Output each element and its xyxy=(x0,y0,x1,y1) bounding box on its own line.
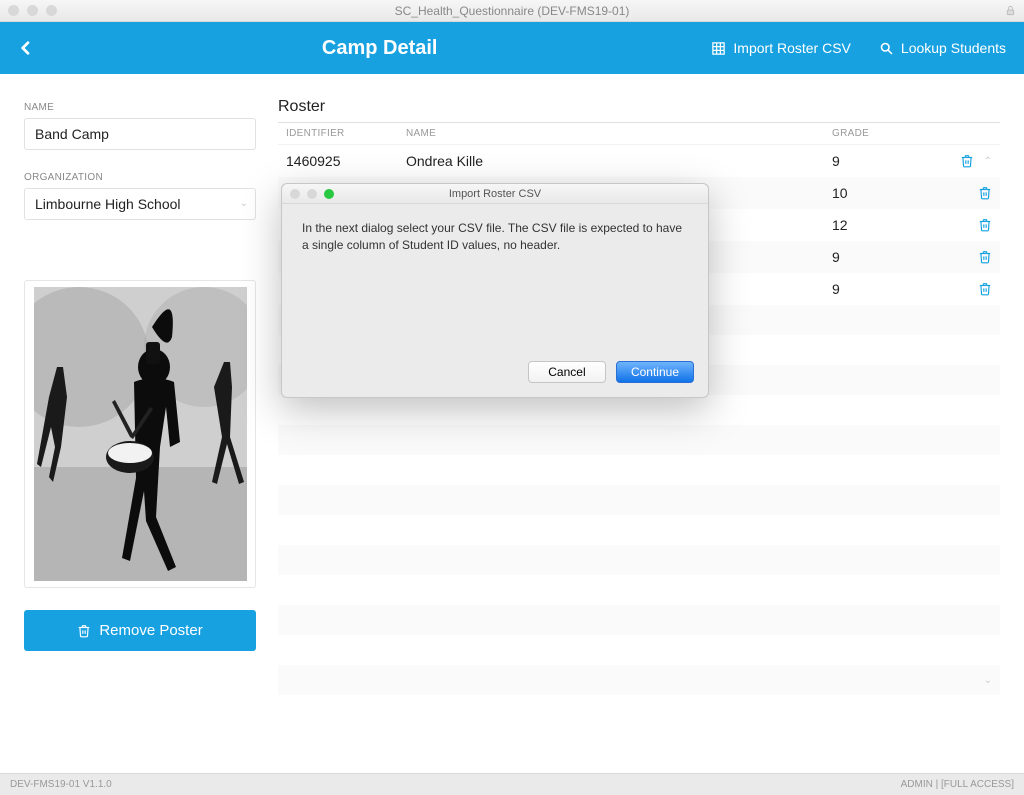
page-content: NAME ORGANIZATION ⌄ xyxy=(0,74,1024,773)
name-label: NAME xyxy=(24,102,256,113)
header-actions: Import Roster CSV Lookup Students xyxy=(711,40,1006,56)
table-row xyxy=(278,575,1000,605)
remove-poster-label: Remove Poster xyxy=(99,622,202,639)
organization-select[interactable] xyxy=(24,188,256,220)
lock-icon xyxy=(1005,5,1016,16)
remove-poster-button[interactable]: Remove Poster xyxy=(24,610,256,651)
status-right: ADMIN | [FULL ACCESS] xyxy=(901,779,1014,790)
cancel-button[interactable]: Cancel xyxy=(528,361,606,383)
delete-row-button[interactable] xyxy=(960,154,974,168)
dialog-title: Import Roster CSV xyxy=(282,188,708,200)
delete-row-button[interactable] xyxy=(978,282,992,296)
table-row xyxy=(278,515,1000,545)
page-header: Camp Detail Import Roster CSV Lookup Stu… xyxy=(0,22,1024,74)
chevron-down-icon[interactable]: ⌄ xyxy=(984,675,992,686)
cell-grade: 10 xyxy=(832,185,942,201)
delete-row-button[interactable] xyxy=(978,186,992,200)
poster-frame xyxy=(24,280,256,588)
import-roster-label: Import Roster CSV xyxy=(733,40,850,56)
roster-table-header: IDENTIFIER NAME GRADE xyxy=(278,123,1000,145)
lookup-students-button[interactable]: Lookup Students xyxy=(879,40,1006,56)
table-row xyxy=(278,605,1000,635)
cell-identifier: 1460925 xyxy=(286,153,406,169)
cell-grade: 9 xyxy=(832,249,942,265)
chevron-up-icon[interactable]: ⌃ xyxy=(984,156,992,167)
cell-grade: 9 xyxy=(832,153,942,169)
import-roster-dialog: Import Roster CSV In the next dialog sel… xyxy=(281,183,709,398)
status-left: DEV-FMS19-01 V1.1.0 xyxy=(10,779,112,790)
delete-row-button[interactable] xyxy=(978,250,992,264)
window-title: SC_Health_Questionnaire (DEV-FMS19-01) xyxy=(0,4,1024,18)
dialog-body: In the next dialog select your CSV file.… xyxy=(282,204,708,351)
import-roster-button[interactable]: Import Roster CSV xyxy=(711,40,850,56)
table-row xyxy=(278,545,1000,575)
cell-name: Ondrea Kille xyxy=(406,153,832,169)
dialog-button-row: Cancel Continue xyxy=(282,351,708,397)
trash-icon xyxy=(77,624,91,638)
grid-icon xyxy=(711,41,726,56)
organization-label: ORGANIZATION xyxy=(24,172,256,183)
cell-grade: 12 xyxy=(832,217,942,233)
table-row[interactable]: 1460925Ondrea Kille9 ⌃ xyxy=(278,145,1000,177)
window-titlebar: SC_Health_Questionnaire (DEV-FMS19-01) xyxy=(0,0,1024,22)
column-grade: GRADE xyxy=(832,128,942,139)
table-row xyxy=(278,485,1000,515)
table-row xyxy=(278,395,1000,425)
continue-button[interactable]: Continue xyxy=(616,361,694,383)
column-identifier: IDENTIFIER xyxy=(286,128,406,139)
table-row xyxy=(278,635,1000,665)
poster-image xyxy=(34,287,247,581)
status-bar: DEV-FMS19-01 V1.1.0 ADMIN | [FULL ACCESS… xyxy=(0,773,1024,795)
back-button[interactable] xyxy=(18,37,48,59)
roster-title: Roster xyxy=(278,98,1000,116)
name-input[interactable] xyxy=(24,118,256,150)
table-row xyxy=(278,455,1000,485)
sidebar: NAME ORGANIZATION ⌄ xyxy=(24,98,256,749)
table-row xyxy=(278,425,1000,455)
dialog-titlebar: Import Roster CSV xyxy=(282,184,708,204)
delete-row-button[interactable] xyxy=(978,218,992,232)
cell-grade: 9 xyxy=(832,281,942,297)
search-icon xyxy=(879,41,894,56)
column-name: NAME xyxy=(406,128,832,139)
table-row: ⌄ xyxy=(278,665,1000,695)
page-title: Camp Detail xyxy=(48,37,711,60)
lookup-students-label: Lookup Students xyxy=(901,40,1006,56)
